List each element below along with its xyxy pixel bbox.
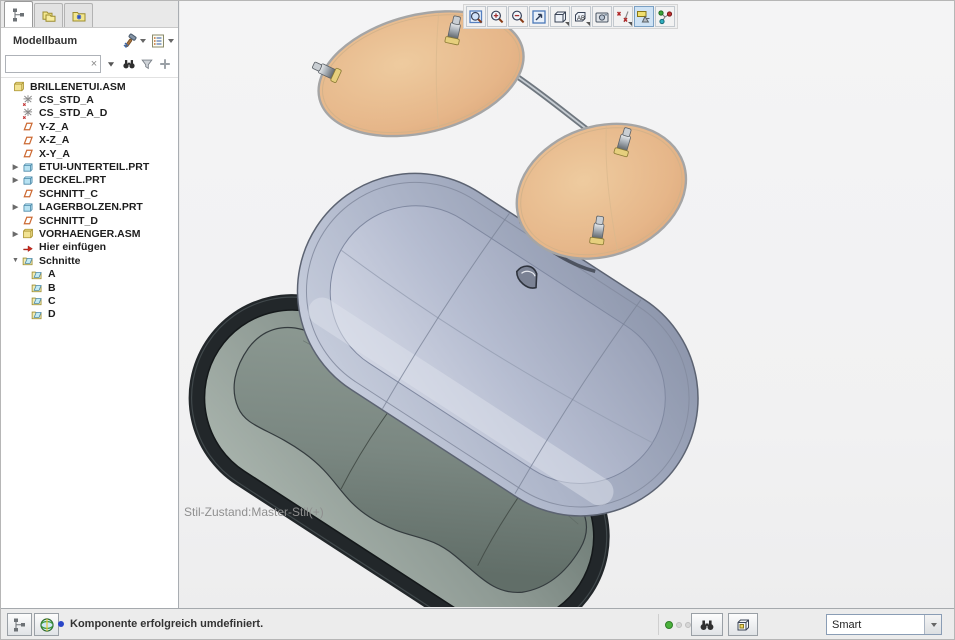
datum-plane-icon [21, 147, 37, 160]
datum-plane-icon [21, 134, 37, 147]
csys-icon [21, 107, 37, 120]
tree-tools-button[interactable] [122, 33, 146, 49]
section-icon [30, 294, 46, 307]
folder-browser-tab[interactable] [34, 3, 63, 27]
datum-display-button[interactable] [613, 6, 633, 27]
tree-item-schnitt-d[interactable]: SCHNITT_D [1, 214, 178, 227]
tree-item-deckel-prt[interactable]: ▶ DECKEL.PRT [1, 174, 178, 187]
spin-center-button[interactable] [655, 6, 675, 27]
dropdown-caret-icon [140, 39, 146, 43]
message-bullet-icon [58, 621, 64, 627]
insert-here-icon [21, 241, 37, 254]
filter-button[interactable] [140, 57, 154, 71]
selection-filter-value: Smart [827, 619, 924, 631]
expander-icon[interactable]: ▶ [10, 176, 21, 184]
section-icon [30, 281, 46, 294]
toggle-browser-button[interactable] [34, 613, 59, 636]
tree-item-y-z-a[interactable]: Y-Z_A [1, 120, 178, 133]
annotation-display-button[interactable] [634, 6, 654, 27]
tree-display-button[interactable] [150, 33, 174, 49]
svg-text:AB: AB [577, 16, 585, 22]
assembly-icon [12, 80, 28, 93]
dropdown-caret-icon [168, 39, 174, 43]
model-tree-panel: Modellbaum × BRILLENETUI.ASM CS_STD_A CS… [1, 1, 179, 608]
saved-views-button[interactable] [550, 6, 570, 27]
selection-filter-select[interactable]: Smart [826, 614, 942, 635]
find-button[interactable] [122, 57, 136, 71]
datum-plane-icon [21, 120, 37, 133]
app-window: Modellbaum × BRILLENETUI.ASM CS_STD_A CS… [0, 0, 955, 640]
section-icon [30, 308, 46, 321]
status-light-green [665, 621, 673, 629]
add-filter-button[interactable] [158, 57, 172, 71]
zoom-region-button[interactable] [466, 6, 486, 27]
tree-item-vorhaenger-asm[interactable]: ▶ VORHAENGER.ASM [1, 227, 178, 240]
3d-viewport[interactable]: AB Stil-Zustand:Master-Stil(+) [180, 1, 954, 609]
view-toolbar: AB [463, 4, 678, 29]
expander-icon[interactable]: ▶ [10, 230, 21, 238]
model-tree-tab[interactable] [4, 1, 33, 27]
tree-item-a[interactable]: A [1, 267, 178, 280]
zoom-out-button[interactable] [508, 6, 528, 27]
assembly-icon [21, 227, 37, 240]
tree-item-cs-std-a-d[interactable]: CS_STD_A_D [1, 107, 178, 120]
tree-item-x-y-a[interactable]: X-Y_A [1, 147, 178, 160]
expander-icon[interactable]: ▼ [10, 257, 21, 264]
expander-icon[interactable]: ▶ [10, 203, 21, 211]
datum-plane-icon [21, 214, 37, 227]
panel-title: Modellbaum [13, 35, 122, 47]
tree-item-x-z-a[interactable]: X-Z_A [1, 134, 178, 147]
csys-icon [21, 94, 37, 107]
part-icon [21, 161, 37, 174]
separator [658, 614, 659, 635]
dropdown-caret-icon [565, 22, 569, 26]
panel-tabbar [1, 1, 178, 28]
zoom-in-button[interactable] [487, 6, 507, 27]
search-options-dropdown[interactable] [104, 57, 118, 71]
style-state-label: Stil-Zustand:Master-Stil(+) [184, 505, 324, 519]
box-select-button[interactable] [728, 613, 758, 636]
datum-plane-icon [21, 187, 37, 200]
view-manager-button[interactable] [592, 6, 612, 27]
section-icon [30, 268, 46, 281]
tree-item-b[interactable]: B [1, 281, 178, 294]
tree-item-brillenetui-asm[interactable]: BRILLENETUI.ASM [1, 80, 178, 93]
model-tree: BRILLENETUI.ASM CS_STD_A CS_STD_A_D Y-Z_… [1, 77, 178, 608]
refit-button[interactable] [529, 6, 549, 27]
view-orientation-button[interactable]: AB [571, 6, 591, 27]
status-light-idle-1 [676, 622, 682, 628]
tree-item-schnitte[interactable]: ▼ Schnitte [1, 254, 178, 267]
status-bar: Komponente erfolgreich umdefiniert. Smar… [1, 608, 954, 639]
part-icon [21, 201, 37, 214]
selection-filter-dropdown[interactable] [924, 615, 941, 634]
dropdown-caret-icon [628, 22, 632, 26]
expander-icon[interactable]: ▶ [10, 163, 21, 171]
status-message: Komponente erfolgreich umdefiniert. [58, 618, 263, 630]
tree-item-hier-einf-gen[interactable]: Hier einfügen [1, 241, 178, 254]
tree-search-row: × [1, 53, 178, 75]
part-icon [21, 174, 37, 187]
tree-item-cs-std-a[interactable]: CS_STD_A [1, 93, 178, 106]
model-tree-header: Modellbaum [1, 29, 178, 53]
search-model-button[interactable] [691, 613, 723, 636]
dropdown-caret-icon [586, 22, 590, 26]
section-folder-icon [21, 254, 37, 267]
tree-item-lagerbolzen-prt[interactable]: ▶ LAGERBOLZEN.PRT [1, 201, 178, 214]
tree-item-c[interactable]: C [1, 294, 178, 307]
toggle-model-tree-button[interactable] [7, 613, 32, 636]
tree-item-d[interactable]: D [1, 308, 178, 321]
status-lights [665, 621, 691, 629]
tree-item-schnitt-c[interactable]: SCHNITT_C [1, 187, 178, 200]
tree-item-etui-unterteil-prt[interactable]: ▶ ETUI-UNTERTEIL.PRT [1, 160, 178, 173]
search-clear-icon[interactable]: × [88, 58, 100, 70]
tree-search-input[interactable] [5, 55, 101, 73]
favorites-tab[interactable] [64, 3, 93, 27]
